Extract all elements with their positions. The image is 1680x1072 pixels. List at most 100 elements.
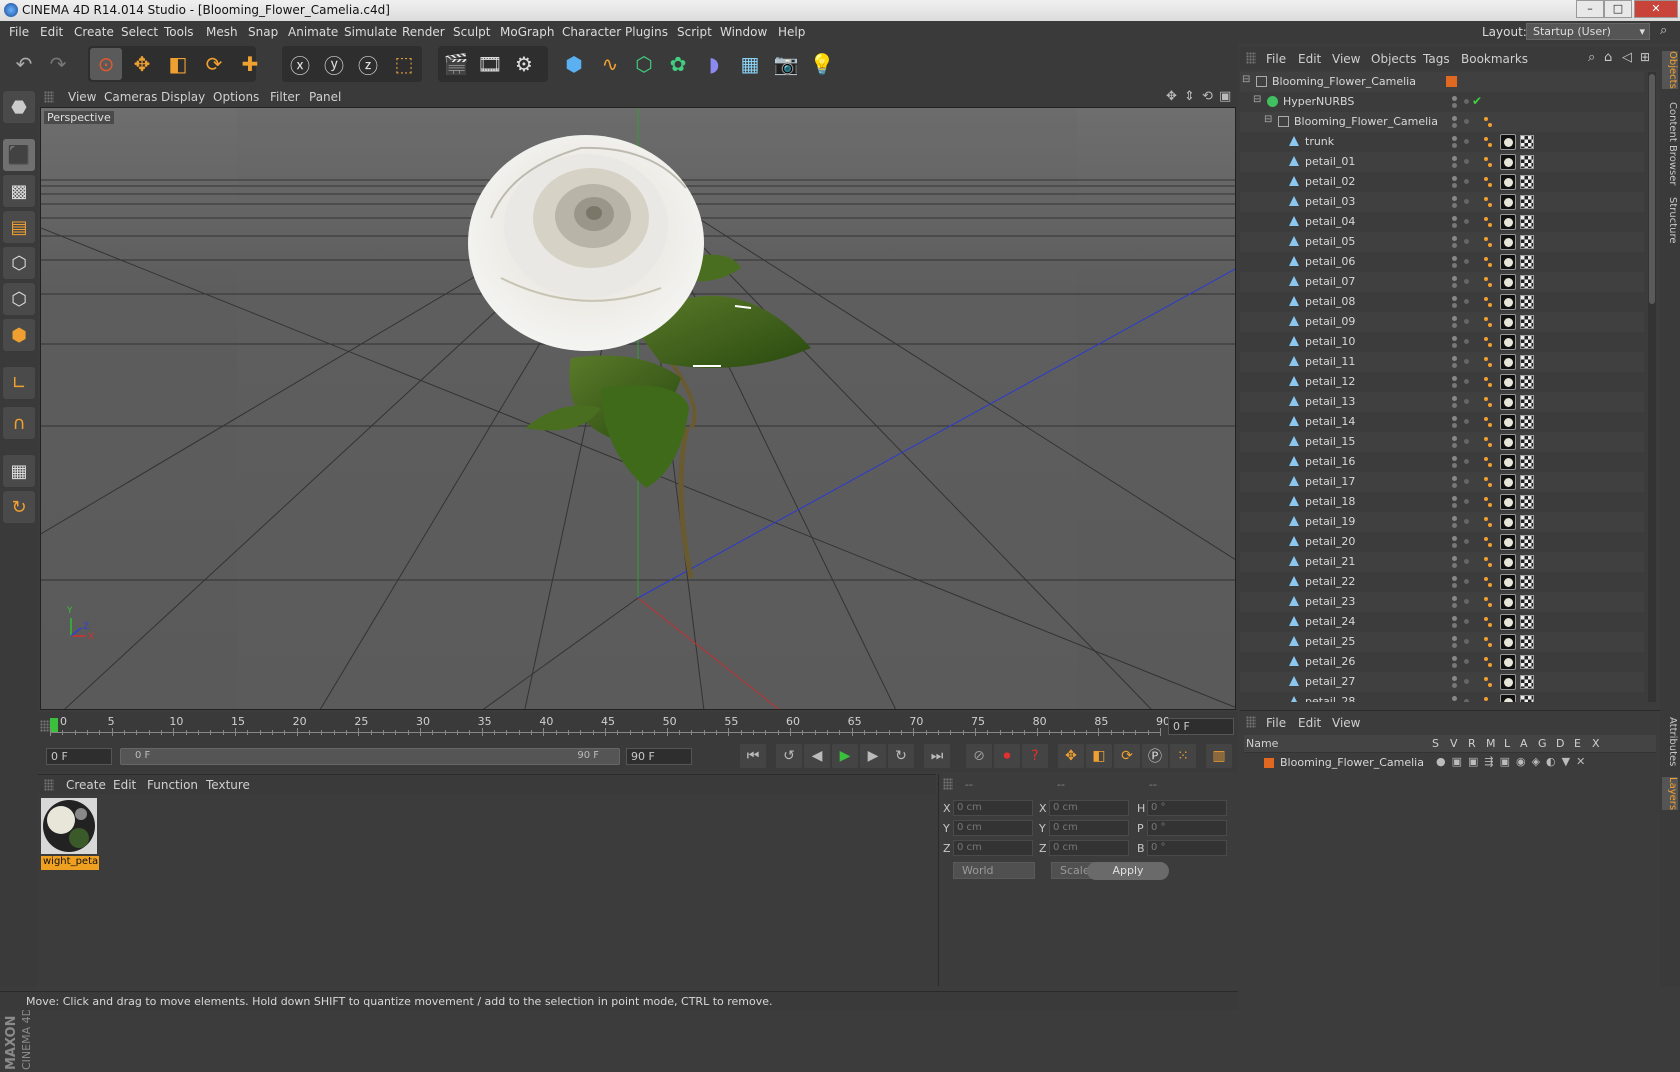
rotation-p-field[interactable]: 0 °: [1147, 820, 1227, 836]
object-tags[interactable]: [1480, 193, 1540, 211]
live-selection-icon[interactable]: ⊙: [90, 48, 122, 80]
visibility-dots-icon[interactable]: [1444, 574, 1472, 590]
visibility-dots-icon[interactable]: [1444, 614, 1472, 630]
home-icon[interactable]: ⌂: [1604, 50, 1612, 65]
tab-objects[interactable]: Objects: [1662, 51, 1678, 89]
menu-edit[interactable]: Edit: [40, 25, 63, 39]
object-row[interactable]: petail_28: [1240, 692, 1644, 702]
object-row[interactable]: petail_27: [1240, 672, 1644, 692]
object-tags[interactable]: [1480, 153, 1540, 171]
expand-toggle-icon[interactable]: ⊟: [1264, 114, 1272, 125]
visibility-dots-icon[interactable]: [1444, 294, 1472, 310]
light-icon[interactable]: 💡: [806, 48, 838, 80]
planar-workplane-icon[interactable]: ↻: [3, 491, 35, 523]
autokeying-icon[interactable]: ⏺: [994, 744, 1020, 768]
tab-layers[interactable]: Layers: [1662, 777, 1678, 811]
menu-simulate[interactable]: Simulate: [344, 25, 397, 39]
visibility-dots-icon[interactable]: [1444, 234, 1472, 250]
material-swatch[interactable]: wight_peta: [41, 798, 99, 870]
menu-window[interactable]: Window: [720, 25, 767, 39]
object-tags[interactable]: [1480, 133, 1540, 151]
visibility-dots-icon[interactable]: [1444, 274, 1472, 290]
render-view-icon[interactable]: 🎬: [440, 48, 472, 80]
layout-select[interactable]: Startup (User) ▾: [1526, 23, 1650, 40]
visibility-dots-icon[interactable]: [1444, 654, 1472, 670]
object-row[interactable]: petail_09: [1240, 312, 1644, 332]
visibility-dots-icon[interactable]: [1444, 454, 1472, 470]
viewport-menu-panel[interactable]: Panel: [309, 90, 341, 104]
object-menu-objects[interactable]: Objects: [1371, 52, 1416, 66]
x-axis-lock-icon[interactable]: ⓧ: [284, 48, 316, 80]
back-icon[interactable]: ◁: [1622, 50, 1632, 65]
object-tags[interactable]: [1480, 633, 1540, 651]
object-tags[interactable]: [1480, 413, 1540, 431]
object-tags[interactable]: [1480, 233, 1540, 251]
object-row[interactable]: petail_21: [1240, 552, 1644, 572]
visibility-dots-icon[interactable]: [1444, 554, 1472, 570]
object-tags[interactable]: [1480, 113, 1540, 131]
rotate-icon[interactable]: ⟳: [198, 48, 230, 80]
material-menu-edit[interactable]: Edit: [113, 778, 136, 792]
undo-icon[interactable]: ↶: [8, 48, 40, 80]
visibility-dots-icon[interactable]: [1444, 94, 1472, 110]
make-editable-icon[interactable]: ⬣: [3, 91, 35, 123]
visibility-dots-icon[interactable]: [1444, 74, 1472, 90]
object-tree-scrollbar[interactable]: [1648, 72, 1656, 702]
layer-toggle-icons[interactable]: ●▣▣⇶▣◉◈◐▼✕: [1436, 755, 1591, 768]
object-tags[interactable]: [1480, 653, 1540, 671]
object-menu-edit[interactable]: Edit: [1298, 52, 1321, 66]
object-row[interactable]: petail_17: [1240, 472, 1644, 492]
object-row[interactable]: petail_05: [1240, 232, 1644, 252]
viewport-menu-cameras[interactable]: Cameras: [104, 90, 157, 104]
scene-floor-icon[interactable]: ▦: [734, 48, 766, 80]
new-view-icon[interactable]: ⊞: [1640, 50, 1650, 64]
object-tags[interactable]: [1480, 293, 1540, 311]
points-mode-icon[interactable]: ⬡: [3, 247, 35, 279]
nurbs-icon[interactable]: ⬡: [628, 48, 660, 80]
enabled-check-icon[interactable]: ✔: [1472, 94, 1482, 108]
spline-icon[interactable]: ∿: [594, 48, 626, 80]
material-menu-create[interactable]: Create: [66, 778, 106, 792]
object-row[interactable]: petail_08: [1240, 292, 1644, 312]
object-row[interactable]: petail_14: [1240, 412, 1644, 432]
visibility-dots-icon[interactable]: [1444, 314, 1472, 330]
previous-key-icon[interactable]: ↺: [776, 744, 802, 768]
add-icon[interactable]: ✚: [234, 48, 266, 80]
next-key-icon[interactable]: ↻: [888, 744, 914, 768]
coordinate-system-icon[interactable]: ⬚: [388, 48, 420, 80]
object-row[interactable]: petail_02: [1240, 172, 1644, 192]
menu-select[interactable]: Select: [121, 25, 158, 39]
scale-key-icon[interactable]: ◧: [1086, 744, 1112, 768]
texture-mode-icon[interactable]: ▩: [3, 175, 35, 207]
search-icon[interactable]: ⌕: [1588, 50, 1595, 65]
object-row[interactable]: ⊟ HyperNURBS ✔: [1240, 92, 1644, 112]
viewport-menu-filter[interactable]: Filter: [270, 90, 300, 104]
go-to-start-icon[interactable]: ⏮: [740, 744, 766, 768]
material-menu-function[interactable]: Function: [147, 778, 198, 792]
object-row[interactable]: petail_01: [1240, 152, 1644, 172]
position-z-field[interactable]: 0 cm: [953, 840, 1033, 856]
visibility-dots-icon[interactable]: [1444, 494, 1472, 510]
play-icon[interactable]: ▶: [832, 744, 858, 768]
record-active-objects-icon[interactable]: ⊘: [966, 744, 992, 768]
visibility-dots-icon[interactable]: [1444, 214, 1472, 230]
object-tags[interactable]: [1480, 613, 1540, 631]
object-row[interactable]: petail_13: [1240, 392, 1644, 412]
zoom-view-icon[interactable]: ⇕: [1184, 89, 1195, 104]
viewport-menu-options[interactable]: Options: [213, 90, 259, 104]
tab-attributes[interactable]: Attributes: [1662, 717, 1678, 766]
visibility-dots-icon[interactable]: [1444, 694, 1472, 702]
object-row[interactable]: petail_20: [1240, 532, 1644, 552]
next-frame-icon[interactable]: ▶: [860, 744, 886, 768]
position-key-icon[interactable]: ✥: [1058, 744, 1084, 768]
locked-workplane-icon[interactable]: ▦: [3, 455, 35, 487]
object-row[interactable]: petail_10: [1240, 332, 1644, 352]
model-mode-icon[interactable]: ⬛: [3, 139, 35, 171]
object-menu-file[interactable]: File: [1266, 52, 1286, 66]
object-tags[interactable]: [1480, 393, 1540, 411]
object-row[interactable]: petail_15: [1240, 432, 1644, 452]
visibility-dots-icon[interactable]: [1444, 374, 1472, 390]
rotate-view-icon[interactable]: ⟲: [1202, 89, 1213, 104]
object-tags[interactable]: [1480, 353, 1540, 371]
menu-mograph[interactable]: MoGraph: [500, 25, 555, 39]
